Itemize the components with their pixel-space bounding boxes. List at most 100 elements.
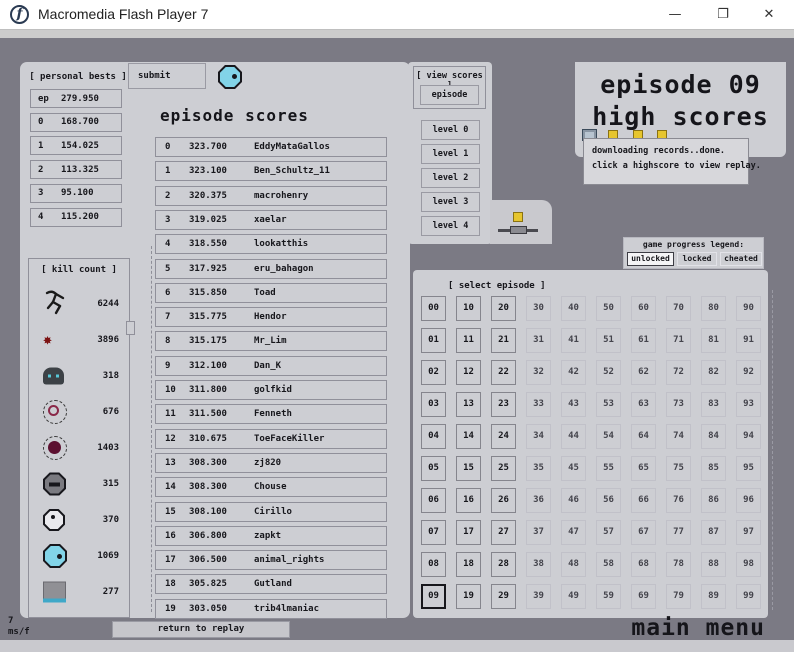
episode-cell-77[interactable]: 77 [666,520,691,545]
episode-cell-08[interactable]: 08 [421,552,446,577]
episode-cell-19[interactable]: 19 [456,584,481,609]
episode-cell-02[interactable]: 02 [421,360,446,385]
episode-cell-70[interactable]: 70 [666,296,691,321]
highscore-row[interactable]: 6 315.850 Toad [155,283,387,303]
highscore-row[interactable]: 17 306.500 animal_rights [155,550,387,570]
episode-cell-66[interactable]: 66 [631,488,656,513]
highscore-row[interactable]: 0 323.700 EddyMataGallos [155,137,387,157]
episode-cell-95[interactable]: 95 [736,456,761,481]
episode-cell-99[interactable]: 99 [736,584,761,609]
episode-cell-46[interactable]: 46 [561,488,586,513]
episode-cell-63[interactable]: 63 [631,392,656,417]
episode-cell-93[interactable]: 93 [736,392,761,417]
episode-cell-74[interactable]: 74 [666,424,691,449]
episode-cell-05[interactable]: 05 [421,456,446,481]
main-menu-button[interactable]: main menu [560,615,765,641]
episode-cell-87[interactable]: 87 [701,520,726,545]
episode-cell-61[interactable]: 61 [631,328,656,353]
episode-cell-41[interactable]: 41 [561,328,586,353]
episode-cell-12[interactable]: 12 [456,360,481,385]
episode-cell-06[interactable]: 06 [421,488,446,513]
episode-cell-42[interactable]: 42 [561,360,586,385]
episode-cell-54[interactable]: 54 [596,424,621,449]
episode-cell-01[interactable]: 01 [421,328,446,353]
episode-cell-83[interactable]: 83 [701,392,726,417]
level-button-2[interactable]: level 2 [421,168,480,188]
episode-cell-45[interactable]: 45 [561,456,586,481]
scrollbar-handle[interactable] [126,321,135,335]
episode-cell-65[interactable]: 65 [631,456,656,481]
maximize-button[interactable]: ❐ [700,0,746,30]
return-to-replay-button[interactable]: return to replay [112,621,290,638]
level-button-0[interactable]: level 0 [421,120,480,140]
episode-cell-43[interactable]: 43 [561,392,586,417]
episode-cell-09[interactable]: 09 [421,584,446,609]
episode-cell-88[interactable]: 88 [701,552,726,577]
episode-cell-10[interactable]: 10 [456,296,481,321]
episode-cell-92[interactable]: 92 [736,360,761,385]
episode-cell-47[interactable]: 47 [561,520,586,545]
episode-cell-62[interactable]: 62 [631,360,656,385]
episode-cell-07[interactable]: 07 [421,520,446,545]
view-episode-button[interactable]: episode [420,85,479,105]
episode-cell-11[interactable]: 11 [456,328,481,353]
episode-cell-73[interactable]: 73 [666,392,691,417]
episode-cell-50[interactable]: 50 [596,296,621,321]
episode-cell-84[interactable]: 84 [701,424,726,449]
episode-cell-58[interactable]: 58 [596,552,621,577]
episode-cell-04[interactable]: 04 [421,424,446,449]
close-button[interactable]: ✕ [746,0,792,30]
episode-cell-69[interactable]: 69 [631,584,656,609]
episode-cell-68[interactable]: 68 [631,552,656,577]
episode-cell-13[interactable]: 13 [456,392,481,417]
episode-cell-97[interactable]: 97 [736,520,761,545]
episode-cell-26[interactable]: 26 [491,488,516,513]
episode-cell-78[interactable]: 78 [666,552,691,577]
highscore-row[interactable]: 2 320.375 macrohenry [155,186,387,206]
episode-cell-24[interactable]: 24 [491,424,516,449]
episode-cell-81[interactable]: 81 [701,328,726,353]
episode-cell-90[interactable]: 90 [736,296,761,321]
highscore-row[interactable]: 1 323.100 Ben_Schultz_11 [155,161,387,181]
highscore-row[interactable]: 14 308.300 Chouse [155,477,387,497]
episode-cell-28[interactable]: 28 [491,552,516,577]
episode-cell-03[interactable]: 03 [421,392,446,417]
episode-cell-85[interactable]: 85 [701,456,726,481]
episode-cell-22[interactable]: 22 [491,360,516,385]
episode-cell-51[interactable]: 51 [596,328,621,353]
episode-cell-16[interactable]: 16 [456,488,481,513]
highscore-row[interactable]: 16 306.800 zapkt [155,526,387,546]
episode-cell-86[interactable]: 86 [701,488,726,513]
minimize-button[interactable]: — [652,0,698,30]
episode-cell-31[interactable]: 31 [526,328,551,353]
episode-cell-91[interactable]: 91 [736,328,761,353]
episode-cell-80[interactable]: 80 [701,296,726,321]
level-button-4[interactable]: level 4 [421,216,480,236]
highscore-row[interactable]: 19 303.050 trib4lmaniac [155,599,387,619]
highscore-row[interactable]: 5 317.925 eru_bahagon [155,259,387,279]
episode-cell-96[interactable]: 96 [736,488,761,513]
highscore-row[interactable]: 12 310.675 ToeFaceKiller [155,429,387,449]
highscore-row[interactable]: 3 319.025 xaelar [155,210,387,230]
episode-cell-52[interactable]: 52 [596,360,621,385]
episode-cell-37[interactable]: 37 [526,520,551,545]
episode-cell-18[interactable]: 18 [456,552,481,577]
highscore-row[interactable]: 11 311.500 Fenneth [155,404,387,424]
episode-cell-36[interactable]: 36 [526,488,551,513]
episode-cell-75[interactable]: 75 [666,456,691,481]
episode-cell-55[interactable]: 55 [596,456,621,481]
episode-cell-89[interactable]: 89 [701,584,726,609]
episode-cell-32[interactable]: 32 [526,360,551,385]
episode-cell-71[interactable]: 71 [666,328,691,353]
submit-button[interactable]: submit [128,63,206,89]
episode-cell-35[interactable]: 35 [526,456,551,481]
episode-cell-59[interactable]: 59 [596,584,621,609]
episode-cell-76[interactable]: 76 [666,488,691,513]
episode-cell-23[interactable]: 23 [491,392,516,417]
episode-cell-33[interactable]: 33 [526,392,551,417]
episode-cell-94[interactable]: 94 [736,424,761,449]
highscore-row[interactable]: 8 315.175 Mr_Lim [155,331,387,351]
episode-cell-67[interactable]: 67 [631,520,656,545]
episode-cell-39[interactable]: 39 [526,584,551,609]
episode-cell-98[interactable]: 98 [736,552,761,577]
